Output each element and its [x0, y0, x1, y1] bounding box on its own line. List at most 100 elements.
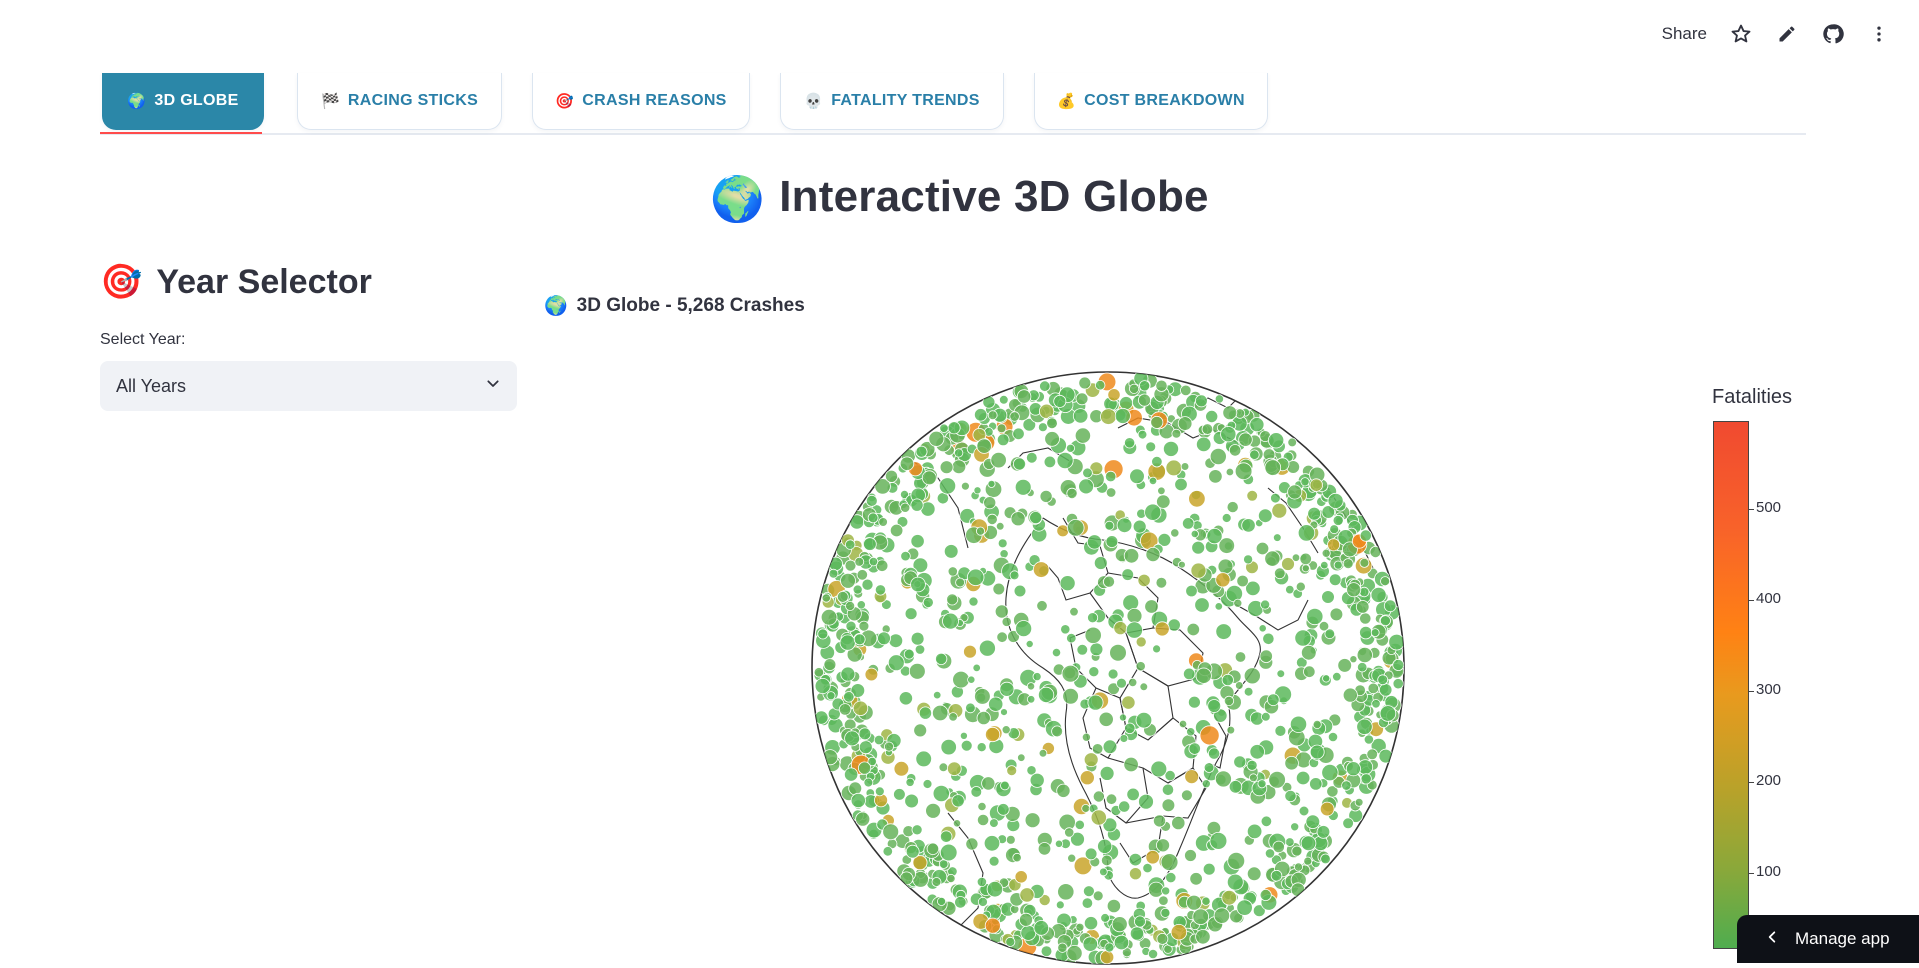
crash-marker[interactable] — [1187, 695, 1201, 709]
crash-marker[interactable] — [1095, 380, 1106, 391]
crash-marker[interactable] — [852, 584, 863, 595]
crash-marker[interactable] — [1072, 408, 1089, 424]
crash-marker[interactable] — [1014, 870, 1028, 884]
crash-marker[interactable] — [1056, 783, 1071, 798]
crash-marker[interactable] — [1297, 524, 1316, 542]
crash-marker[interactable] — [1152, 644, 1162, 654]
crash-marker[interactable] — [1088, 666, 1100, 678]
crash-marker[interactable] — [1222, 405, 1238, 421]
crash-marker[interactable] — [874, 786, 885, 797]
crash-marker[interactable] — [1067, 853, 1077, 863]
crash-marker[interactable] — [1266, 693, 1280, 707]
crash-marker[interactable] — [1106, 898, 1121, 914]
crash-marker[interactable] — [1024, 812, 1041, 829]
crash-marker[interactable] — [1223, 695, 1235, 706]
crash-marker[interactable] — [845, 600, 856, 611]
crash-marker[interactable] — [1356, 718, 1373, 736]
crash-marker[interactable] — [978, 639, 996, 657]
crash-marker[interactable] — [1287, 484, 1303, 500]
crash-marker[interactable] — [864, 667, 879, 682]
crash-marker[interactable] — [1300, 477, 1310, 487]
crash-marker[interactable] — [1332, 672, 1342, 682]
share-button[interactable]: Share — [1662, 24, 1707, 44]
crash-marker[interactable] — [1129, 926, 1145, 941]
crash-marker[interactable] — [1079, 770, 1095, 786]
crash-marker[interactable] — [947, 761, 962, 777]
crash-marker[interactable] — [1084, 847, 1098, 861]
crash-marker[interactable] — [1100, 913, 1110, 923]
crash-marker[interactable] — [1233, 598, 1243, 608]
crash-marker[interactable] — [987, 410, 998, 421]
crash-marker[interactable] — [1186, 727, 1196, 737]
crash-marker[interactable] — [1312, 719, 1322, 729]
crash-marker[interactable] — [1201, 423, 1214, 435]
crash-marker[interactable] — [954, 448, 964, 458]
crash-marker[interactable] — [1145, 441, 1157, 453]
crash-marker[interactable] — [1139, 682, 1149, 692]
crash-marker[interactable] — [1379, 615, 1391, 627]
crash-marker[interactable] — [1184, 769, 1200, 785]
crash-marker[interactable] — [1341, 780, 1352, 791]
crash-marker[interactable] — [1366, 748, 1378, 761]
crash-marker[interactable] — [910, 498, 924, 512]
crash-marker[interactable] — [1191, 540, 1206, 555]
crash-marker[interactable] — [1092, 890, 1104, 902]
crash-marker[interactable] — [1359, 557, 1370, 568]
tab-crash-reasons[interactable]: 🎯 CRASH REASONS — [532, 73, 750, 130]
crash-marker[interactable] — [821, 593, 831, 603]
tab-cost-breakdown[interactable]: 💰 COST BREAKDOWN — [1034, 73, 1268, 130]
crash-marker[interactable] — [1155, 838, 1170, 853]
crash-marker[interactable] — [836, 590, 849, 603]
crash-marker[interactable] — [1228, 780, 1243, 794]
crash-marker[interactable] — [828, 568, 839, 579]
crash-marker[interactable] — [1199, 725, 1220, 746]
globe-plot[interactable] — [808, 368, 1408, 968]
crash-marker[interactable] — [966, 568, 985, 587]
crash-marker[interactable] — [986, 513, 998, 525]
crash-marker[interactable] — [1185, 584, 1198, 598]
crash-marker[interactable] — [1327, 538, 1341, 552]
crash-marker[interactable] — [1346, 582, 1362, 598]
crash-marker[interactable] — [908, 662, 926, 680]
crash-marker[interactable] — [963, 644, 977, 659]
crash-marker[interactable] — [1113, 621, 1128, 636]
crash-marker[interactable] — [1291, 553, 1301, 562]
github-icon[interactable] — [1821, 22, 1845, 46]
crash-marker[interactable] — [951, 794, 965, 808]
crash-marker[interactable] — [867, 512, 879, 524]
crash-marker[interactable] — [1284, 837, 1295, 847]
crash-marker[interactable] — [1241, 518, 1256, 533]
crash-marker[interactable] — [1201, 896, 1211, 906]
crash-marker[interactable] — [840, 666, 856, 682]
crash-marker[interactable] — [857, 761, 872, 775]
crash-marker[interactable] — [1098, 711, 1114, 727]
crash-marker[interactable] — [988, 696, 1004, 712]
crash-marker[interactable] — [1238, 432, 1253, 447]
crash-marker[interactable] — [1354, 797, 1364, 807]
crash-marker[interactable] — [1000, 780, 1010, 791]
crash-marker[interactable] — [1272, 840, 1285, 854]
crash-marker[interactable] — [1377, 674, 1389, 686]
crash-marker[interactable] — [1075, 392, 1089, 406]
crash-marker[interactable] — [988, 855, 1000, 867]
crash-marker[interactable] — [900, 550, 911, 562]
crash-marker[interactable] — [1243, 554, 1254, 565]
crash-marker[interactable] — [1233, 755, 1247, 769]
crash-marker[interactable] — [932, 690, 942, 700]
crash-marker[interactable] — [1081, 732, 1091, 742]
crash-marker[interactable] — [1320, 853, 1331, 865]
crash-marker[interactable] — [1328, 573, 1342, 587]
crash-marker[interactable] — [1380, 576, 1391, 587]
crash-marker[interactable] — [1105, 487, 1117, 498]
crash-marker[interactable] — [1129, 468, 1145, 485]
crash-marker[interactable] — [1118, 800, 1131, 813]
crash-marker[interactable] — [1359, 529, 1372, 542]
crash-marker[interactable] — [1137, 573, 1151, 587]
crash-marker[interactable] — [1123, 756, 1139, 773]
crash-marker[interactable] — [1186, 622, 1201, 637]
crash-marker[interactable] — [997, 538, 1008, 549]
crash-marker[interactable] — [852, 700, 869, 717]
crash-marker[interactable] — [960, 481, 970, 491]
crash-marker[interactable] — [996, 433, 1010, 447]
crash-marker[interactable] — [905, 777, 915, 787]
